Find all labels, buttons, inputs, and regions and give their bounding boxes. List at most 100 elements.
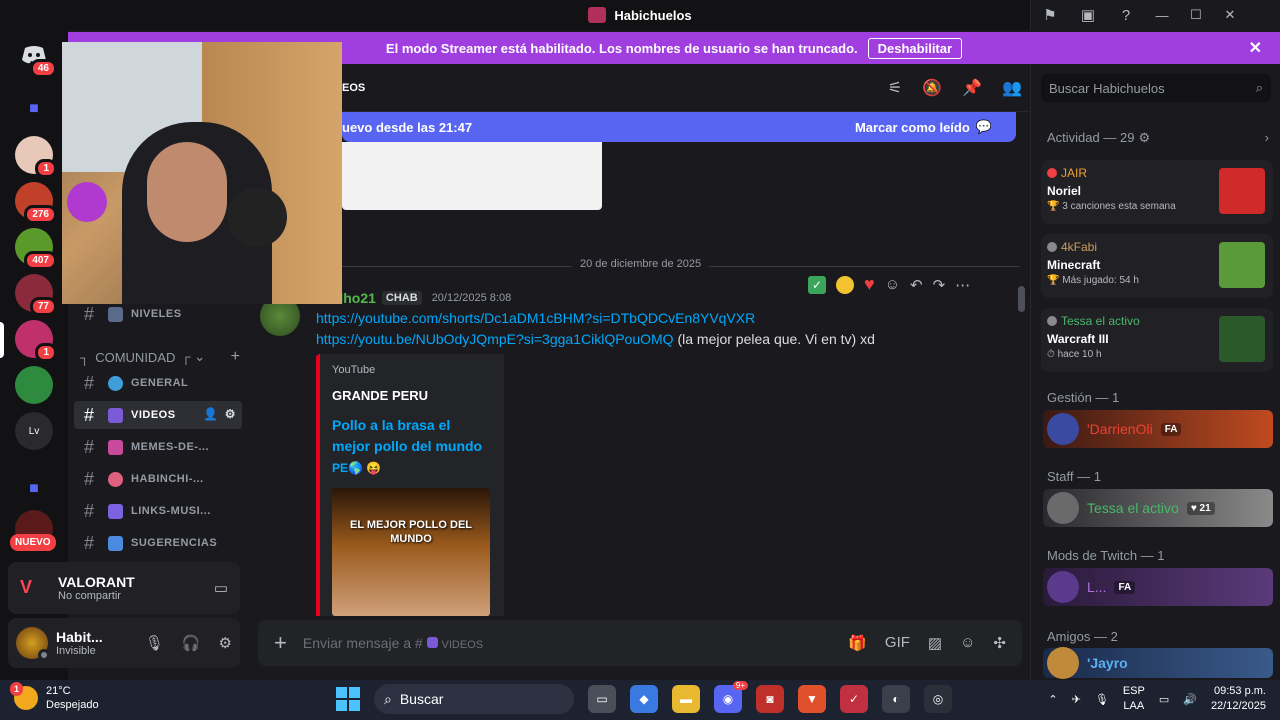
file-explorer-icon[interactable]: ▬ <box>672 685 700 713</box>
guild-tag[interactable]: CHAB <box>381 291 422 305</box>
weather-widget[interactable]: 1 21°C Despejado <box>10 682 99 712</box>
gear-icon[interactable]: ⚙ <box>1138 130 1150 146</box>
member-row[interactable]: L... FA <box>1043 568 1273 606</box>
banner-close-icon[interactable]: ✕ <box>1249 38 1262 58</box>
message-link[interactable]: https://youtu.be/NUbOdyJQmpE?si=3gga1Cik… <box>316 331 674 347</box>
search-input[interactable]: Buscar Habichuelos ⌕ <box>1041 74 1271 102</box>
trophy-icon: 🏆 <box>1047 275 1060 286</box>
embed-author[interactable]: GRANDE PERU <box>332 388 492 403</box>
channel-videos[interactable]: # VIDEOS 👤 ⚙ <box>74 401 242 429</box>
forward-icon[interactable]: ↷ <box>933 276 946 294</box>
attach-plus-icon[interactable]: + <box>274 630 287 656</box>
check-reaction-icon[interactable]: ✓ <box>808 275 826 294</box>
microphone-tray-icon[interactable]: 🎙 <box>1095 693 1109 706</box>
heart-reaction-icon[interactable]: ♥ <box>864 274 875 295</box>
server-icon[interactable] <box>15 366 53 404</box>
channel-habinchi[interactable]: # HABINCHI-... <box>74 465 242 493</box>
server-icon[interactable]: 276 <box>15 182 57 224</box>
message-line: https://youtube.com/shorts/Dc1aDM1cBHM?s… <box>316 310 755 326</box>
add-reaction-icon[interactable]: ☺ <box>885 276 900 293</box>
threads-icon[interactable]: ⚟ <box>888 78 902 98</box>
add-member-icon[interactable]: 👤 <box>203 407 218 421</box>
embed-title-text[interactable]: Pollo a la brasa el mejor pollo del mund… <box>332 417 482 454</box>
activity-card[interactable]: JAIR Noriel 🏆 3 canciones esta semana <box>1041 160 1273 224</box>
obs-icon[interactable]: ◎ <box>924 685 952 713</box>
server-icon-habichuelos[interactable]: 1 <box>15 320 57 362</box>
emoji-icon[interactable]: ☺ <box>960 634 975 652</box>
discord-taskbar-icon[interactable]: ◉ 9+ <box>714 681 748 713</box>
notifications-muted-icon[interactable]: 🔕 <box>922 78 942 98</box>
activity-card[interactable]: 4kFabi Minecraft 🏆 Más jugado: 54 h <box>1041 234 1273 298</box>
taskbar-search[interactable]: ⌕ Buscar <box>374 684 574 714</box>
disable-streamer-button[interactable]: Deshabilitar <box>867 37 963 59</box>
new-servers-pill[interactable]: NUEVO <box>10 534 56 551</box>
screen-share-icon[interactable]: ▭ <box>214 579 228 597</box>
sticker-icon[interactable]: ▨ <box>928 634 942 652</box>
embed-title[interactable]: Pollo a la brasa el mejor pollo del mund… <box>332 415 492 479</box>
display-icon[interactable]: ▭ <box>1159 693 1169 706</box>
activity-card[interactable]: Tessa el activo Warcraft III ⏱ hace 10 h <box>1041 308 1273 372</box>
role-group-header: Amigos — 2 <box>1047 629 1118 644</box>
maximize-button[interactable]: ☐ <box>1179 0 1213 30</box>
help-icon[interactable]: ? <box>1107 0 1145 30</box>
settings-gear-icon[interactable]: ⚙ <box>225 407 236 421</box>
avatar[interactable] <box>16 627 50 661</box>
server-folder-icon[interactable]: ■ <box>15 90 53 128</box>
discord-home-icon[interactable]: 46 <box>15 36 57 78</box>
composer-placeholder[interactable]: Enviar mensaje a # VIDEOS <box>303 635 483 651</box>
server-icon[interactable]: 1 <box>15 136 57 178</box>
user-settings-icon[interactable]: ⚙ <box>219 634 232 652</box>
message-link[interactable]: https://youtube.com/shorts/Dc1aDM1cBHM?s… <box>316 310 755 326</box>
brave-icon[interactable]: ▼ <box>798 685 826 713</box>
composer-placeholder-text: Enviar mensaje a # <box>302 635 423 651</box>
microphone-icon[interactable]: 🎙 <box>145 634 164 652</box>
member-row[interactable]: 'Jayro <box>1043 647 1273 679</box>
channel-links-musica[interactable]: # LINKS-MUSI... <box>74 497 242 525</box>
hash-icon: # <box>84 303 95 324</box>
volume-icon[interactable]: 🔊 <box>1183 693 1197 706</box>
server-icon[interactable]: 407 <box>15 228 57 270</box>
scrollbar-thumb[interactable] <box>1018 286 1025 312</box>
laugh-reaction-icon[interactable] <box>836 275 854 294</box>
more-options-icon[interactable]: ⋯ <box>955 276 970 294</box>
network-icon[interactable]: ✈ <box>1072 693 1081 706</box>
minimize-button[interactable]: — <box>1145 0 1179 30</box>
flag-icon[interactable]: ⚑ <box>1031 0 1069 30</box>
server-icon-lv[interactable]: Lv <box>15 412 53 450</box>
app-icon[interactable]: ◐ <box>882 685 910 713</box>
apps-icon[interactable]: ✣ <box>993 634 1006 652</box>
video-thumbnail[interactable]: EL MEJOR POLLO DEL MUNDO <box>332 488 490 616</box>
channel-memes[interactable]: # MEMES-DE-... <box>74 433 242 461</box>
headphones-icon[interactable]: 🎧 <box>182 634 201 652</box>
mark-read-button[interactable]: Marcar como leído <box>855 120 970 135</box>
channel-general[interactable]: # GENERAL <box>74 369 242 397</box>
inbox-icon[interactable]: ▣ <box>1069 0 1107 30</box>
member-row[interactable]: Tessa el activo ♥ 21 <box>1043 489 1273 527</box>
reply-icon[interactable]: ↶ <box>910 276 923 294</box>
game-activity-card[interactable]: V VALORANT No compartir ▭ <box>8 562 240 614</box>
category-comunidad[interactable]: ┐ COMUNIDAD ┌ ⌄ + <box>80 348 240 366</box>
channel-niveles[interactable]: # NIVELES <box>74 300 242 328</box>
copilot-icon[interactable]: ◆ <box>630 685 658 713</box>
server-folder-icon[interactable]: ■ <box>15 470 53 508</box>
add-channel-icon[interactable]: + <box>231 348 240 366</box>
clock[interactable]: 09:53 p.m. 22/12/2025 <box>1211 684 1266 714</box>
show-hidden-icons-icon[interactable]: ⌃ <box>1048 693 1057 706</box>
members-icon[interactable]: 👥 <box>1002 78 1022 98</box>
app-icon[interactable]: ✓ <box>840 685 868 713</box>
close-window-button[interactable]: ✕ <box>1213 0 1247 30</box>
activity-header[interactable]: Actividad — 29 ⚙ › <box>1047 130 1269 146</box>
chevron-right-icon[interactable]: › <box>1265 130 1269 146</box>
message-composer[interactable]: + Enviar mensaje a # VIDEOS 🎁 GIF ▨ ☺ ✣ <box>258 620 1022 666</box>
gift-icon[interactable]: 🎁 <box>848 634 867 652</box>
new-messages-bar[interactable]: uevo desde las 21:47 Marcar como leído 💬 <box>342 112 1016 142</box>
channel-sugerencias[interactable]: # SUGERENCIAS <box>74 529 242 557</box>
language-indicator[interactable]: ESP LAA <box>1123 684 1145 714</box>
pin-icon[interactable]: 📌 <box>962 78 982 98</box>
gif-icon[interactable]: GIF <box>885 634 910 652</box>
task-view-icon[interactable]: ▭ <box>588 685 616 713</box>
app-icon[interactable]: ◙ <box>756 685 784 713</box>
member-row[interactable]: 'DarrienOli FA <box>1043 410 1273 448</box>
server-icon[interactable]: 77 <box>15 274 57 316</box>
windows-start-icon[interactable] <box>336 687 360 711</box>
